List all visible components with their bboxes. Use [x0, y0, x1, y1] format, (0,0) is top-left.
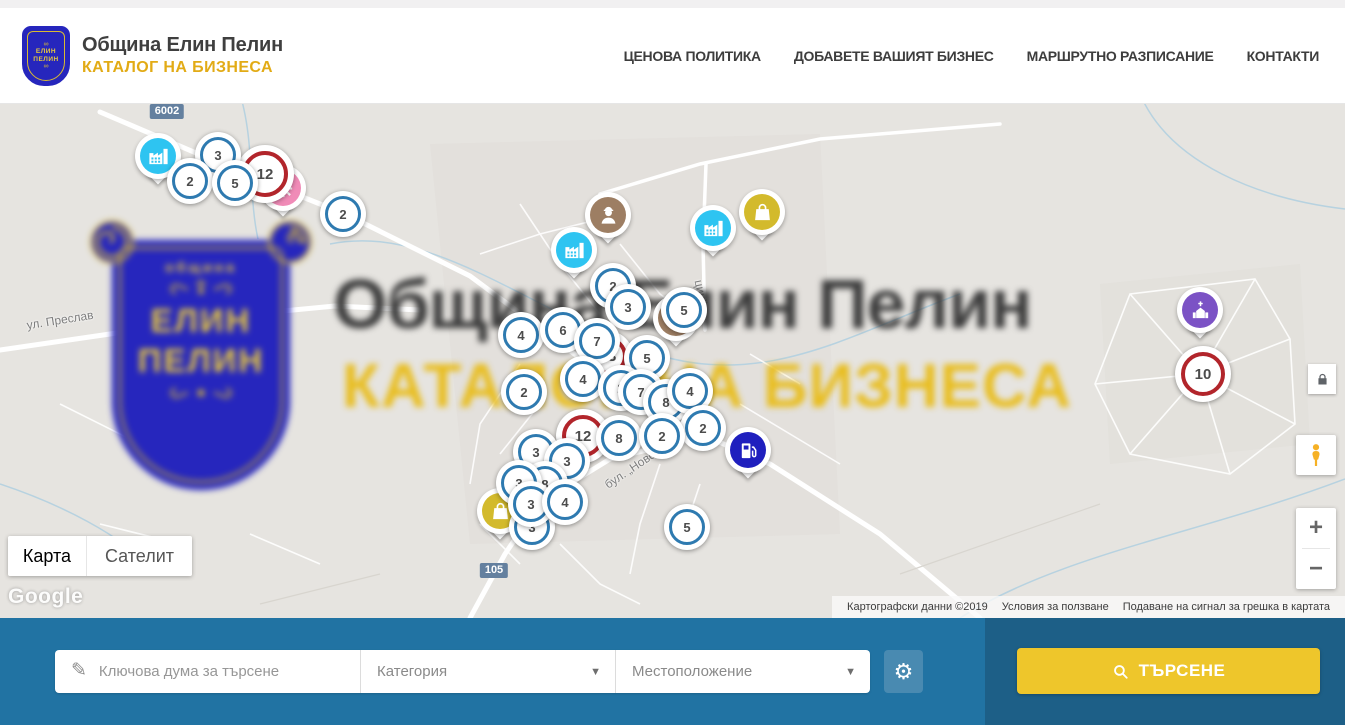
map-cluster-marker[interactable]: 4	[498, 312, 544, 358]
map-cluster-marker[interactable]: 2	[167, 158, 213, 204]
map-cluster-marker[interactable]: 2	[501, 369, 547, 415]
site-subtitle: КАТАЛОГ НА БИЗНЕСА	[82, 59, 283, 77]
site-logo[interactable]: ∞ ЕЛИН ПЕЛИН ∞ Община Елин Пелин КАТАЛОГ…	[22, 26, 283, 86]
fuel-pin-marker[interactable]	[725, 427, 771, 489]
browser-top-strip	[0, 0, 1345, 8]
municipality-crest-icon: ∞ ЕЛИН ПЕЛИН ∞	[22, 26, 70, 86]
site-header: ∞ ЕЛИН ПЕЛИН ∞ Община Елин Пелин КАТАЛОГ…	[0, 8, 1345, 104]
chevron-down-icon: ▼	[845, 666, 856, 678]
category-select[interactable]: Категория ▼	[360, 650, 615, 693]
gear-icon: ⚙	[894, 659, 914, 685]
map-cluster-marker[interactable]: 2	[320, 191, 366, 237]
map-cluster-marker[interactable]: 5	[212, 160, 258, 206]
search-icon	[1112, 663, 1129, 680]
site-title: Община Елин Пелин	[82, 34, 283, 57]
chevron-down-icon: ▼	[590, 666, 601, 678]
keyword-field-wrap: ✎	[55, 650, 360, 693]
main-nav: ЦЕНОВА ПОЛИТИКА ДОБАВЕТЕ ВАШИЯТ БИЗНЕС М…	[624, 48, 1319, 64]
google-map[interactable]: ул. Преславбул. „Новоселции"6002105 общи…	[0, 104, 1345, 618]
nav-add-business[interactable]: ДОБАВЕТЕ ВАШИЯТ БИЗНЕС	[794, 48, 994, 64]
nav-contacts[interactable]: КОНТАКТИ	[1247, 48, 1319, 64]
search-field-group: ✎ Категория ▼ Местоположение ▼	[55, 650, 870, 693]
church-pin-marker[interactable]	[1177, 287, 1223, 349]
map-attribution: Картографски данни ©2019 Условия за полз…	[832, 596, 1345, 618]
search-button[interactable]: ТЪРСЕНЕ	[1017, 648, 1320, 694]
keyword-search-input[interactable]	[99, 663, 348, 680]
lock-icon	[1315, 372, 1330, 387]
attribution-report-link[interactable]: Подаване на сигнал за грешка в картата	[1116, 601, 1337, 613]
zoom-control: + −	[1296, 508, 1336, 589]
advanced-search-button[interactable]: ⚙	[884, 650, 923, 693]
map-type-control: Карта Сателит	[8, 536, 192, 576]
google-logo[interactable]: Google	[8, 585, 83, 609]
zoom-out-button[interactable]: −	[1296, 549, 1336, 589]
map-cluster-marker[interactable]: 4	[542, 479, 588, 525]
lock-button[interactable]	[1308, 364, 1336, 394]
map-cluster-marker[interactable]: 8	[596, 415, 642, 461]
map-cluster-marker[interactable]: 2	[680, 405, 726, 451]
map-cluster-marker[interactable]: 5	[661, 287, 707, 333]
zoom-in-button[interactable]: +	[1296, 508, 1336, 548]
shopping-pin-marker[interactable]	[739, 189, 785, 251]
location-select[interactable]: Местоположение ▼	[615, 650, 870, 693]
nav-route-schedule[interactable]: МАРШРУТНО РАЗПИСАНИЕ	[1027, 48, 1214, 64]
map-type-satellite-button[interactable]: Сателит	[86, 536, 192, 576]
map-cluster-marker[interactable]: 5	[664, 504, 710, 550]
nav-pricing[interactable]: ЦЕНОВА ПОЛИТИКА	[624, 48, 761, 64]
street-view-pegman-button[interactable]	[1296, 435, 1336, 475]
marker-layer: 123252235134675422784212823383334510	[0, 104, 1345, 618]
search-bar: ✎ Категория ▼ Местоположение ▼ ⚙ ТЪРСЕНЕ	[0, 618, 1345, 725]
attribution-copyright: Картографски данни ©2019	[840, 601, 995, 613]
pegman-icon	[1305, 442, 1327, 468]
map-cluster-marker[interactable]: 2	[639, 413, 685, 459]
pencil-icon: ✎	[71, 659, 87, 682]
map-type-map-button[interactable]: Карта	[8, 536, 86, 576]
factory-pin-marker[interactable]	[690, 205, 736, 267]
map-cluster-marker[interactable]: 10	[1175, 346, 1231, 402]
attribution-terms-link[interactable]: Условия за ползване	[995, 601, 1116, 613]
